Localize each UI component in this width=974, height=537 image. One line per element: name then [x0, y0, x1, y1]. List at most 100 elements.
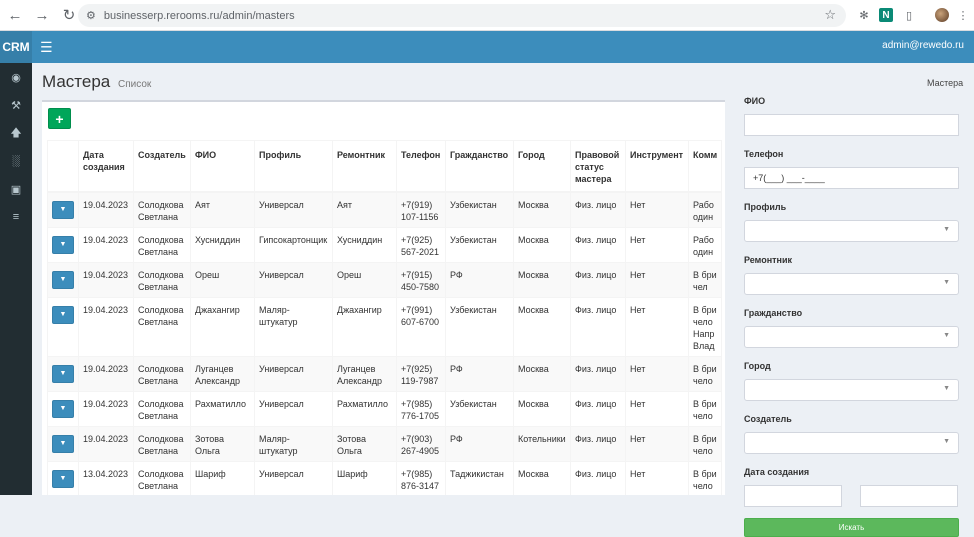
table-row: ▼ 19.04.2023 Солодкова Светлана Луганцев Ал… [47, 355, 723, 392]
cell-legal-status: Физ. лицо [570, 191, 626, 228]
bookmark-star-icon[interactable]: ☆ [824, 7, 836, 23]
cell-fio: Шариф [190, 460, 255, 495]
column-header[interactable]: Дата создания [78, 140, 134, 193]
row-dropdown-button[interactable]: ▼ [52, 469, 74, 488]
cell-row-action: ▼ [47, 191, 79, 228]
cell-row-action: ▼ [47, 390, 79, 427]
row-dropdown-button[interactable]: ▼ [52, 399, 74, 418]
app-logo[interactable]: CRM [0, 31, 32, 63]
search-button[interactable]: Искать [744, 518, 959, 537]
column-header[interactable]: Профиль [254, 140, 333, 193]
profile-avatar[interactable] [935, 8, 949, 22]
row-dropdown-button[interactable]: ▼ [52, 434, 74, 453]
page-subtitle: Список [118, 79, 152, 90]
cell-phone: +7(925) 567-2021 [396, 226, 446, 263]
cell-phone: +7(985) 876-3147 [396, 460, 446, 495]
arrow-up-icon[interactable]: 🡅 [0, 119, 32, 147]
cell-row-action: ▼ [47, 261, 79, 298]
cell-created-date: 19.04.2023 [78, 296, 134, 357]
column-header[interactable]: Телефон [396, 140, 446, 193]
cell-fio: Джахангир [190, 296, 255, 357]
table-row: ▼ 19.04.2023 Солодкова Светлана Рахматилло У… [47, 390, 723, 427]
row-dropdown-button[interactable]: ▼ [52, 200, 74, 219]
table-row: ▼ 13.04.2023 Солодкова Светлана Шариф Универ… [47, 460, 723, 495]
filter-date-to-input[interactable] [860, 485, 958, 507]
filter-profile-label: Профиль [744, 202, 787, 212]
row-dropdown-button[interactable]: ▼ [52, 305, 74, 324]
cell-comment: В бри чело [687, 355, 723, 392]
filter-citizenship-label: Гражданство [744, 308, 803, 318]
extension-icon[interactable]: ✻ [855, 6, 873, 24]
cell-comment: Рабо один [687, 191, 723, 228]
row-dropdown-button[interactable]: ▼ [52, 235, 74, 254]
cell-repairman: Шариф [332, 460, 397, 495]
sidebar-toggle-icon[interactable]: ☰ [40, 39, 53, 56]
users-icon[interactable]: ◉ [0, 63, 32, 91]
column-header[interactable]: Инструмент [625, 140, 689, 193]
chevron-down-icon: ▼ [943, 438, 950, 445]
filter-profile-select[interactable]: ▼ [744, 220, 959, 242]
app-header: CRM ☰ admin@rewedo.ru [0, 31, 974, 63]
filter-creator-select[interactable]: ▼ [744, 432, 959, 454]
cell-profile: Маляр-штукатур [254, 425, 333, 462]
column-header[interactable] [47, 140, 79, 193]
column-header[interactable]: Создатель [133, 140, 191, 193]
column-header[interactable]: Комм [687, 140, 723, 193]
filter-fio-input[interactable] [744, 114, 959, 136]
address-bar[interactable]: ⚙ businesserp.rerooms.ru/admin/masters ☆ [78, 4, 846, 27]
list-icon[interactable]: ≡ [0, 203, 32, 231]
table-row: ▼ 19.04.2023 Солодкова Светлана Хусниддин Ги… [47, 226, 723, 263]
cell-row-action: ▼ [47, 425, 79, 462]
forward-icon[interactable]: → [30, 3, 54, 27]
cell-citizenship: РФ [445, 355, 514, 392]
user-menu[interactable]: admin@rewedo.ru [882, 40, 964, 51]
cell-repairman: Рахматилло [332, 390, 397, 427]
cell-comment: В бри чело Напр Влад [687, 296, 723, 357]
cell-repairman: Хусниддин [332, 226, 397, 263]
cell-creator: Солодкова Светлана [133, 460, 191, 495]
add-master-button[interactable]: + [48, 108, 71, 129]
site-info-icon[interactable]: ⚙ [86, 9, 96, 22]
cell-fio: Луганцев Александр [190, 355, 255, 392]
row-dropdown-button[interactable]: ▼ [52, 270, 74, 289]
filter-repairman-select[interactable]: ▼ [744, 273, 959, 295]
breadcrumb[interactable]: Мастера [927, 78, 963, 88]
cell-repairman: Зотова Ольга [332, 425, 397, 462]
cell-legal-status: Физ. лицо [570, 390, 626, 427]
filter-city-label: Город [744, 361, 771, 371]
extension-n-icon[interactable]: N [879, 8, 893, 22]
column-header[interactable]: Гражданство [445, 140, 514, 193]
column-header[interactable]: Город [513, 140, 571, 193]
chevron-down-icon: ▼ [943, 279, 950, 286]
cell-tool: Нет [625, 261, 689, 298]
cell-creator: Солодкова Светлана [133, 425, 191, 462]
cell-repairman: Луганцев Александр [332, 355, 397, 392]
column-header[interactable]: ФИО [190, 140, 255, 193]
filter-panel: ФИО Телефон +7(___) ___-____ Профиль ▼ Р… [744, 96, 960, 537]
table-header-row: Дата создания Создатель ФИО Профиль Ремо… [47, 140, 723, 193]
cell-city: Котельники [513, 425, 571, 462]
cell-comment: Рабо один [687, 226, 723, 263]
archive-icon[interactable]: ▣ [0, 175, 32, 203]
cell-fio: Аят [190, 191, 255, 228]
cell-creator: Солодкова Светлана [133, 390, 191, 427]
cell-phone: +7(991) 607-6700 [396, 296, 446, 357]
filter-date-label: Дата создания [744, 467, 810, 477]
column-header[interactable]: Правовой статус мастера [570, 140, 626, 193]
back-icon[interactable]: ← [3, 3, 27, 27]
extensions-puzzle-icon[interactable]: ▯ [900, 6, 918, 24]
column-header[interactable]: Ремонтник [332, 140, 397, 193]
filter-city-select[interactable]: ▼ [744, 379, 959, 401]
cell-created-date: 19.04.2023 [78, 390, 134, 427]
cell-repairman: Ореш [332, 261, 397, 298]
bar-chart-icon[interactable]: ░ [0, 147, 32, 175]
filter-date-from-input[interactable] [744, 485, 842, 507]
filter-citizenship-select[interactable]: ▼ [744, 326, 959, 348]
cell-citizenship: Узбекистан [445, 390, 514, 427]
browser-menu-icon[interactable]: ⋮ [954, 6, 972, 24]
top-navbar: ☰ admin@rewedo.ru [32, 31, 974, 63]
cell-city: Москва [513, 191, 571, 228]
wrench-icon[interactable]: ⚒ [0, 91, 32, 119]
row-dropdown-button[interactable]: ▼ [52, 364, 74, 383]
filter-phone-input[interactable]: +7(___) ___-____ [744, 167, 959, 189]
